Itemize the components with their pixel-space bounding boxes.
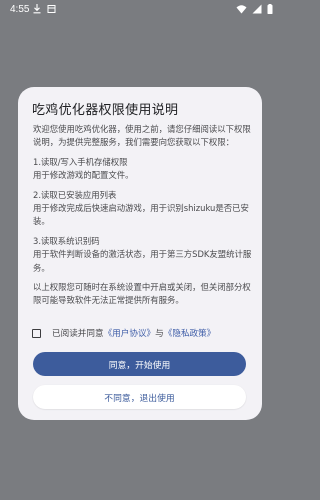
- permission-dialog: 吃鸡优化器权限使用说明 欢迎您使用吃鸡优化器，使用之前，请您仔细阅读以下权限说明…: [18, 87, 262, 420]
- signal-icon: [252, 4, 262, 14]
- permission-description: 用于修改完成后快速启动游戏，用于识别shizuku是否已安装。: [33, 203, 249, 227]
- wifi-icon: [236, 4, 247, 14]
- permission-heading: 2.读取已安装应用列表: [33, 189, 117, 200]
- status-bar: 4:55: [0, 0, 281, 20]
- consent-checkbox[interactable]: [32, 328, 41, 338]
- privacy-policy-link[interactable]: 《隐私政策》: [164, 327, 216, 339]
- consent-prefix: 已阅读并同意: [52, 329, 104, 339]
- intro-text: 欢迎您使用吃鸡优化器，使用之前，请您仔细阅读以下权限说明，为提供完整服务，我们需…: [33, 124, 251, 148]
- consent-row: 已阅读并同意 《用户协议》 与 《隐私政策》: [32, 327, 215, 339]
- permission-section-apps: 2.读取已安装应用列表用于修改完成后快速启动游戏，用于识别shizuku是否已安…: [33, 189, 255, 229]
- dialog-body: 欢迎您使用吃鸡优化器，使用之前，请您仔细阅读以下权限说明，为提供完整服务，我们需…: [33, 123, 255, 314]
- permission-section-device-id: 3.读取系统识别码用于软件判断设备的激活状态，用于第三方SDK友盟统计服务。: [33, 235, 255, 275]
- permission-section-storage: 1.读取/写入手机存储权限 用于修改游戏的配置文件。: [33, 156, 255, 183]
- permission-description: 用于修改游戏的配置文件。: [33, 170, 134, 181]
- status-time: 4:55: [10, 4, 30, 15]
- permission-heading: 3.读取系统识别码: [33, 235, 100, 246]
- footer-note: 以上权限您可随时在系统设置中开启或关闭，但关闭部分权限可能导致软件无法正常提供所…: [33, 282, 251, 306]
- download-icon: [33, 4, 41, 14]
- agree-button[interactable]: 同意，开始使用: [33, 352, 246, 376]
- permission-heading: 1.读取/写入手机存储权限: [33, 156, 128, 167]
- consent-connector: 与: [155, 329, 164, 339]
- battery-icon: [267, 4, 273, 14]
- notification-icon: [47, 4, 56, 14]
- dialog-title: 吃鸡优化器权限使用说明: [32, 103, 179, 118]
- disagree-button[interactable]: 不同意，退出使用: [33, 385, 246, 409]
- user-agreement-link[interactable]: 《用户协议》: [104, 327, 156, 339]
- permission-description: 用于软件判断设备的激活状态，用于第三方SDK友盟统计服务。: [33, 249, 252, 273]
